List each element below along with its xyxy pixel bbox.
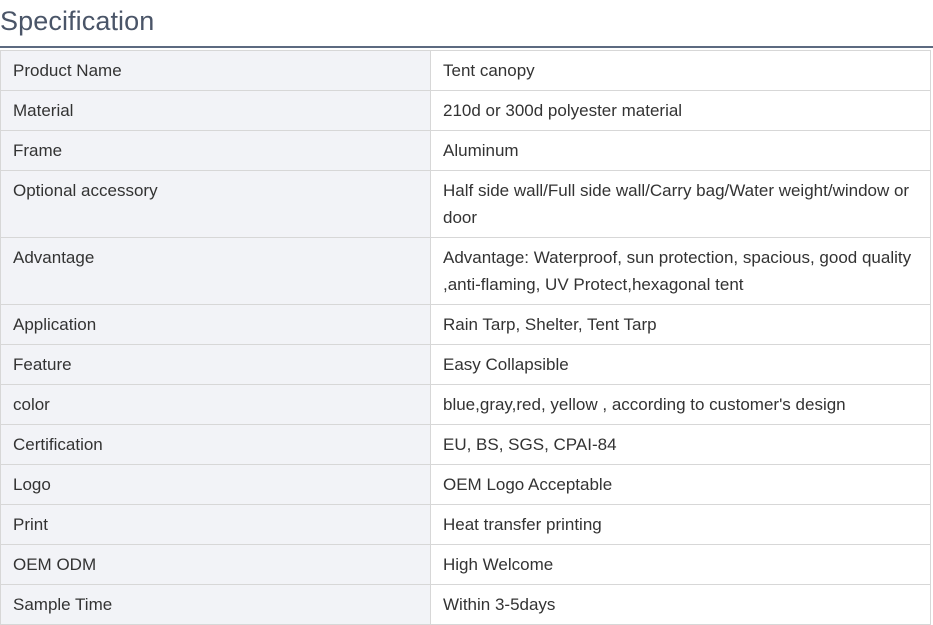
spec-value: Advantage: Waterproof, sun protection, s… xyxy=(430,237,931,305)
table-row: Frame Aluminum xyxy=(0,130,931,171)
spec-value: Half side wall/Full side wall/Carry bag/… xyxy=(430,170,931,238)
table-row: Print Heat transfer printing xyxy=(0,504,931,545)
table-row: Sample Time Within 3-5days xyxy=(0,584,931,625)
spec-key: Optional accessory xyxy=(0,170,431,238)
spec-value: Within 3-5days xyxy=(430,584,931,625)
spec-key: Certification xyxy=(0,424,431,465)
spec-value: EU, BS, SGS, CPAI-84 xyxy=(430,424,931,465)
spec-key: Print xyxy=(0,504,431,545)
table-row: Optional accessory Half side wall/Full s… xyxy=(0,170,931,238)
spec-value: 210d or 300d polyester material xyxy=(430,90,931,131)
table-row: Material 210d or 300d polyester material xyxy=(0,90,931,131)
spec-key: Logo xyxy=(0,464,431,505)
spec-key: Advantage xyxy=(0,237,431,305)
table-row: Application Rain Tarp, Shelter, Tent Tar… xyxy=(0,304,931,345)
spec-key: OEM ODM xyxy=(0,544,431,585)
table-row: Certification EU, BS, SGS, CPAI-84 xyxy=(0,424,931,465)
spec-value: Easy Collapsible xyxy=(430,344,931,385)
spec-key: color xyxy=(0,384,431,425)
table-row: Feature Easy Collapsible xyxy=(0,344,931,385)
spec-key: Application xyxy=(0,304,431,345)
table-row: Logo OEM Logo Acceptable xyxy=(0,464,931,505)
heading-divider xyxy=(0,46,933,48)
table-row: OEM ODM High Welcome xyxy=(0,544,931,585)
spec-key: Material xyxy=(0,90,431,131)
spec-value: Tent canopy xyxy=(430,50,931,91)
table-row: color blue,gray,red, yellow , according … xyxy=(0,384,931,425)
spec-key: Product Name xyxy=(0,50,431,91)
spec-value: Rain Tarp, Shelter, Tent Tarp xyxy=(430,304,931,345)
specification-table: Product Name Tent canopy Material 210d o… xyxy=(0,50,931,625)
spec-value: OEM Logo Acceptable xyxy=(430,464,931,505)
spec-value: High Welcome xyxy=(430,544,931,585)
section-heading: Specification xyxy=(0,6,155,36)
spec-key: Frame xyxy=(0,130,431,171)
spec-value: Heat transfer printing xyxy=(430,504,931,545)
table-row: Advantage Advantage: Waterproof, sun pro… xyxy=(0,237,931,305)
table-row: Product Name Tent canopy xyxy=(0,50,931,91)
spec-value: blue,gray,red, yellow , according to cus… xyxy=(430,384,931,425)
spec-key: Sample Time xyxy=(0,584,431,625)
spec-value: Aluminum xyxy=(430,130,931,171)
spec-key: Feature xyxy=(0,344,431,385)
